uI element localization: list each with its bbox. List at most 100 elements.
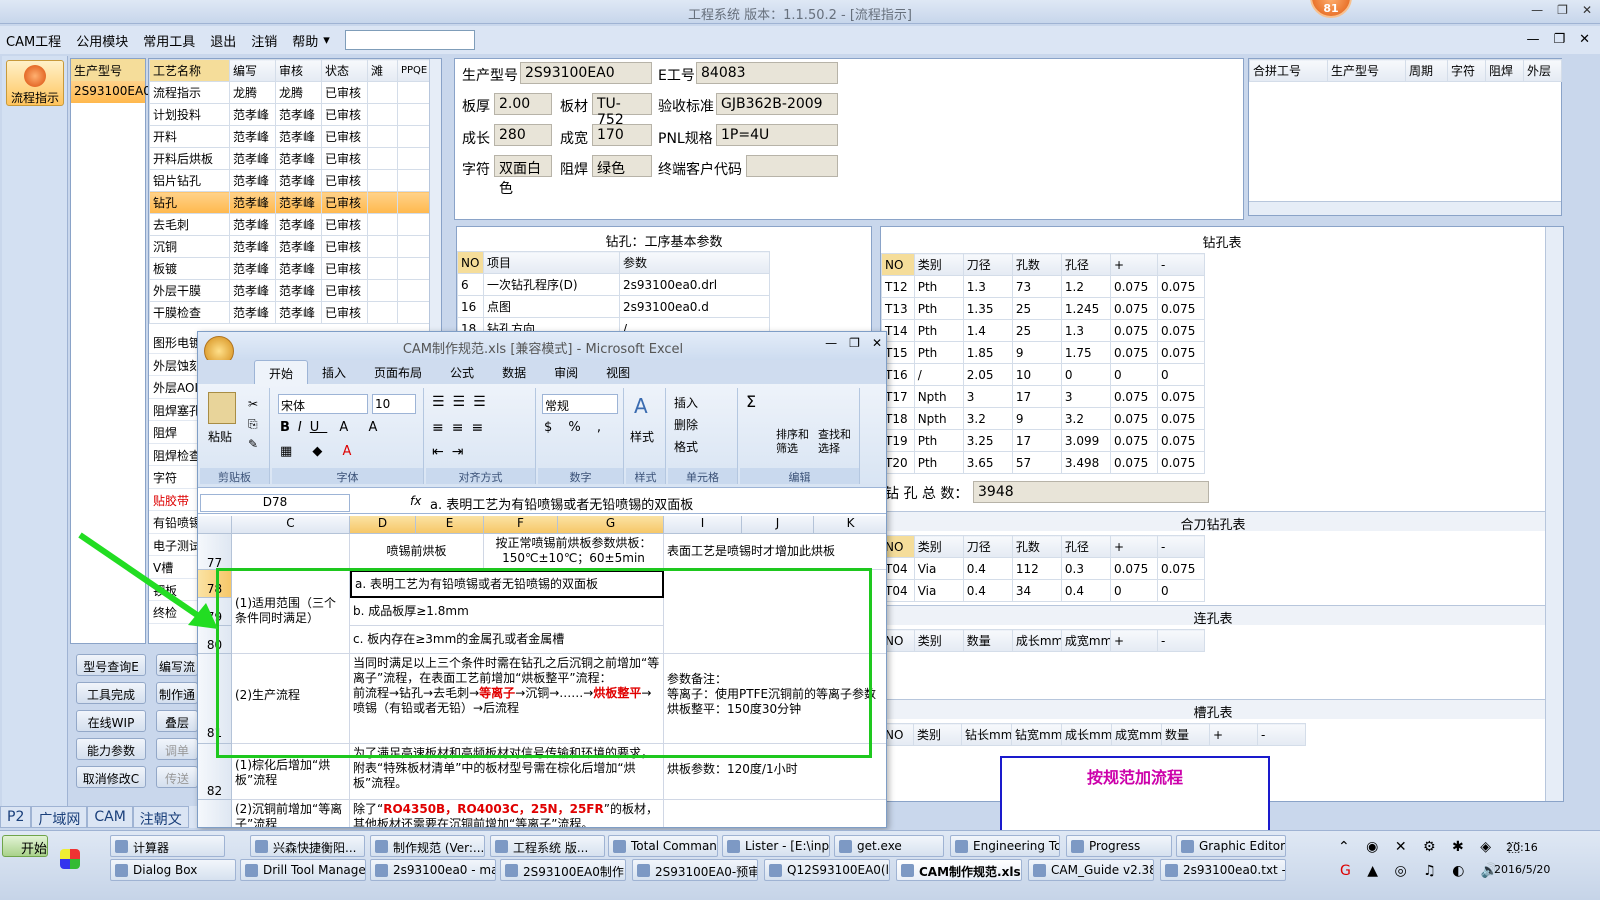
drill-row[interactable]: T19 Pth 3.25 17 3.099 0.075 0.075 xyxy=(881,429,1206,452)
col-header-j[interactable]: J xyxy=(742,516,814,534)
taskbar-item[interactable]: 2S93100EA0制作... xyxy=(500,859,626,881)
menu-public[interactable]: 公用模块 xyxy=(76,31,128,50)
col-sl-dlen[interactable]: 钻长mm xyxy=(961,723,1012,746)
col-header-d[interactable]: D xyxy=(350,516,416,534)
online-wip-button[interactable]: 在线WIP xyxy=(76,710,146,732)
name-box[interactable]: D78 xyxy=(200,494,350,512)
col-dp-param[interactable]: 参数 xyxy=(619,251,770,274)
paste-label[interactable]: 粘贴 xyxy=(208,428,232,445)
tab-view[interactable]: 视图 xyxy=(592,360,644,384)
model-field[interactable]: 2S93100EA0 xyxy=(520,62,652,84)
cell-d83[interactable]: 除了“RO4350B，RO4003C，25N，25FR”的板材，其他板材还需要在… xyxy=(350,800,664,827)
width-field[interactable]: 170 xyxy=(592,124,652,146)
process-row[interactable]: 开料后烘板 范孝峰 范孝峰 已审核 xyxy=(149,147,430,170)
char-field[interactable]: 双面白色 xyxy=(494,155,552,197)
menu-tools[interactable]: 常用工具 xyxy=(143,31,195,50)
col-dp-item[interactable]: 项目 xyxy=(483,251,620,274)
thickness-field[interactable]: 2.00 xyxy=(494,93,552,115)
tool-complete-button[interactable]: 工具完成 xyxy=(76,682,146,704)
col-header-i[interactable]: I xyxy=(664,516,742,534)
model-list-item[interactable]: 2S93100EA0 xyxy=(71,81,151,103)
col-author[interactable]: 编写 xyxy=(229,59,276,82)
process-row[interactable]: 去毛刺 范孝峰 范孝峰 已审核 xyxy=(149,213,430,236)
taskbar-item[interactable]: Dialog Box xyxy=(110,859,236,881)
col-lk-len[interactable]: 成长mm xyxy=(1011,629,1062,652)
tray-icons-2[interactable]: G ▲ ◎ ♫ ◐ 🔊 xyxy=(1340,863,1504,879)
col-tan[interactable]: 滩 xyxy=(367,59,398,82)
col-lk-plus[interactable]: + xyxy=(1109,629,1158,652)
process-row[interactable]: 板镀 范孝峰 范孝峰 已审核 xyxy=(149,257,430,280)
xl-min-icon[interactable]: — xyxy=(825,336,837,350)
col-sl-qty[interactable]: 数量 xyxy=(1161,723,1210,746)
col-sl-len[interactable]: 成长mm xyxy=(1061,723,1112,746)
col-cd-type[interactable]: 类别 xyxy=(913,535,964,558)
col-combine-cycle[interactable]: 周期 xyxy=(1405,59,1448,82)
formula-input[interactable]: a. 表明工艺为有铅喷锡或者无铅喷锡的双面板 xyxy=(430,494,693,513)
maximize-icon[interactable]: ❐ xyxy=(1557,3,1568,17)
taskbar-item[interactable]: Progress xyxy=(1066,835,1172,857)
transfer-order-button[interactable]: 调单 xyxy=(156,738,198,760)
delete-cells-button[interactable]: 删除 xyxy=(674,416,698,433)
col-sl-wid[interactable]: 成宽mm xyxy=(1111,723,1162,746)
cell-i83[interactable] xyxy=(664,800,886,827)
col-lk-wid[interactable]: 成宽mm xyxy=(1060,629,1111,652)
drill-row[interactable]: T16/2.05 10 0 0 0 xyxy=(881,363,1206,386)
style-label[interactable]: 样式 xyxy=(630,428,654,445)
paste-icon[interactable] xyxy=(208,392,236,424)
col-sl-plus[interactable]: + xyxy=(1209,723,1258,746)
drill-row[interactable]: T15 Pth 1.85 9 1.75 0.075 0.075 xyxy=(881,341,1206,364)
number-icons[interactable]: $ % , xyxy=(544,420,607,435)
col-sl-minus[interactable]: - xyxy=(1257,723,1306,746)
pnl-field[interactable]: 1P=4U xyxy=(716,124,838,146)
process-row[interactable]: 铝片钻孔 范孝峰 范孝峰 已审核 xyxy=(149,169,430,192)
e-no-field[interactable]: 84083 xyxy=(696,62,838,84)
col-combine-model[interactable]: 生产型号 xyxy=(1327,59,1406,82)
flow-indicator-button[interactable]: 流程指示 xyxy=(6,60,64,106)
tab-review[interactable]: 审阅 xyxy=(540,360,592,384)
taskbar-item[interactable]: 计算器 xyxy=(110,835,225,857)
status-wan[interactable]: 广域网 xyxy=(31,806,88,828)
indent-icons[interactable]: ⇤⇥ xyxy=(432,444,471,460)
format-cells-button[interactable]: 格式 xyxy=(674,438,698,455)
find-select-button[interactable]: 查找和 选择 xyxy=(818,428,851,456)
taskbar-item[interactable]: 2s93100ea0 - main... xyxy=(370,859,496,881)
tab-home[interactable]: 开始 xyxy=(254,360,309,384)
standard-field[interactable]: GJB362B-2009 xyxy=(716,93,838,115)
drill-row[interactable]: T13 Pth 1.35 25 1.245 0.075 0.075 xyxy=(881,297,1206,320)
taskbar-item[interactable]: CAM制作规范.xls... xyxy=(896,859,1022,881)
col-lk-qty[interactable]: 数量 xyxy=(962,629,1013,652)
col-lk-type[interactable]: 类别 xyxy=(913,629,964,652)
cell-i77[interactable]: 表面工艺是喷锡时才增加此烘板 xyxy=(664,534,886,570)
process-row[interactable]: 计划投料 范孝峰 范孝峰 已审核 xyxy=(149,103,430,126)
minimize-icon[interactable]: — xyxy=(1531,3,1543,17)
status-cam[interactable]: CAM xyxy=(87,806,133,828)
taskbar-item[interactable]: 兴森快捷衡阳... xyxy=(250,835,365,857)
cancel-edit-button[interactable]: 取消修改C xyxy=(76,766,146,788)
drill-param-row[interactable]: 6 一次钻孔程序(D) 2s93100ea0.drl xyxy=(457,273,770,296)
make-notice-button[interactable]: 制作通 xyxy=(156,682,198,704)
number-format-select[interactable]: 常规 xyxy=(542,394,618,414)
col-dt-type[interactable]: 类别 xyxy=(913,253,964,276)
stackup-button[interactable]: 叠层 xyxy=(156,710,198,732)
col-cd-hole[interactable]: 孔径 xyxy=(1060,535,1111,558)
taskbar-item[interactable]: Drill Tool Manager xyxy=(240,859,366,881)
col-header-c[interactable]: C xyxy=(232,516,350,534)
taskbar-item[interactable]: 2S93100EA0-预审... xyxy=(632,859,758,881)
col-combine-no[interactable]: 合拼工号 xyxy=(1249,59,1328,82)
menu-help[interactable]: 帮助 xyxy=(292,31,318,50)
font-color-icons[interactable]: ▦ ◆ A xyxy=(280,444,359,459)
col-ppqe[interactable]: PPQE xyxy=(397,59,430,82)
clipboard-icons[interactable]: ✂ ⎘ ✎ xyxy=(248,394,258,454)
drill-total-field[interactable]: 3948 xyxy=(973,481,1209,503)
tray-icons[interactable]: ⌃ ◉ ✕ ⚙ ✱ ◈ ⬚ xyxy=(1338,839,1527,855)
tab-data[interactable]: 数据 xyxy=(488,360,540,384)
windows-icon[interactable] xyxy=(60,849,80,869)
col-status[interactable]: 状态 xyxy=(321,59,368,82)
drill-row[interactable]: T14 Pth 1.4 25 1.3 0.075 0.075 xyxy=(881,319,1206,342)
tab-insert[interactable]: 插入 xyxy=(308,360,360,384)
font-name-input[interactable]: 宋体 xyxy=(278,394,368,414)
mask-field[interactable]: 绿色 xyxy=(592,155,652,177)
tab-layout[interactable]: 页面布局 xyxy=(360,360,436,384)
combine-hscroll[interactable] xyxy=(1249,201,1561,215)
col-sl-type[interactable]: 类别 xyxy=(913,723,962,746)
